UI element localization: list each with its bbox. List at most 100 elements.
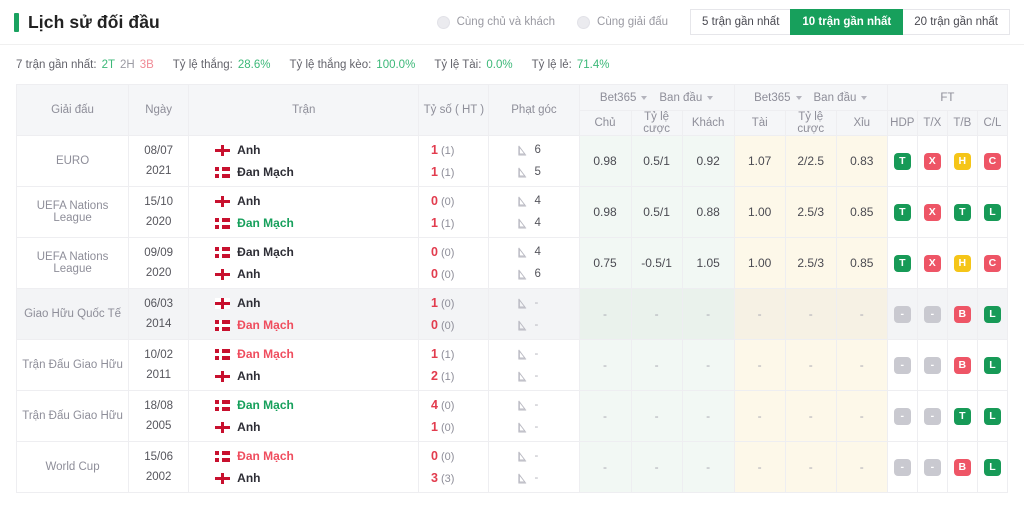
stat-draws: 2H — [119, 58, 135, 71]
cell-under-odds: 0.85 — [835, 237, 888, 289]
cell-away-odds: 0.88 — [681, 186, 735, 238]
cell-date: 06/03 2014 — [128, 288, 190, 340]
filter-same-home-away[interactable]: Cùng chủ và khách — [436, 15, 555, 29]
page-header: Lịch sử đối đầu Cùng chủ và khách Cùng g… — [0, 0, 1024, 45]
filter-label: Cùng giải đấu — [597, 16, 669, 28]
cell-over-odds: 1.07 — [733, 135, 786, 187]
cell-over-odds: 1.00 — [733, 237, 786, 289]
cell-ft-hdp: - — [886, 390, 918, 442]
away-corner-row: 6 — [517, 263, 578, 285]
table-row[interactable]: World Cup 15/06 2002 Đan Mạch Anh 0 (0) 3 (3) - - -… — [15, 441, 1009, 493]
filter-same-league[interactable]: Cùng giải đấu — [577, 15, 669, 29]
cell-handicap-line: - — [630, 390, 683, 442]
table-row[interactable]: Trận Đấu Giao Hữu 10/02 2011 Đan Mạch Anh 1 (1… — [15, 339, 1009, 391]
cell-match: Đan Mạch Anh — [188, 441, 420, 493]
status-badge: L — [983, 305, 1001, 323]
cell-ft-cl: L — [976, 288, 1009, 340]
cell-ft-tb: B — [946, 288, 978, 340]
cell-ft-tx: - — [916, 339, 948, 391]
table-row[interactable]: Trận Đấu Giao Hữu 18/08 2005 Đan Mạch Anh 4 (0… — [15, 390, 1009, 442]
cell-score: 0 (0) 1 (1) — [418, 186, 490, 238]
home-score-row: 0 (0) — [419, 241, 454, 263]
cell-ft-tx: X — [916, 237, 948, 289]
bookmaker-selector-2[interactable]: Bet365 — [754, 91, 802, 104]
cell-away-odds: 0.92 — [681, 135, 735, 187]
home-halftime-score: (1) — [440, 349, 455, 361]
odds-type-selector-2[interactable]: Ban đầu — [814, 92, 868, 104]
away-corner-row: - — [517, 467, 578, 489]
away-halftime-score: (0) — [440, 320, 455, 332]
cell-match: Anh Đan Mạch — [188, 135, 420, 187]
stat-recent: 7 trận gần nhất: 2T 2H 3B — [16, 59, 154, 71]
home-corner-value: 4 — [534, 195, 541, 207]
radio-icon[interactable] — [436, 15, 450, 29]
status-badge: H — [953, 152, 971, 170]
cell-match: Đan Mạch Anh — [188, 390, 420, 442]
corner-kick-icon — [518, 144, 527, 156]
bookmaker-label: Bet365 — [599, 91, 637, 104]
odds-type-selector-1[interactable]: Ban đầu — [659, 92, 714, 104]
table-row[interactable]: Giao Hữu Quốc Tế 06/03 2014 Anh Đan Mạch 1 (0)… — [15, 288, 1009, 340]
cell-total-line: - — [784, 339, 837, 391]
cell-ft-cl: L — [976, 390, 1009, 442]
status-badge: L — [983, 458, 1001, 476]
away-score: 3 — [431, 471, 438, 485]
cell-ft-tb: B — [946, 441, 978, 493]
table-row[interactable]: UEFA Nations League 09/09 2020 Đan Mạch Anh 0… — [15, 237, 1009, 289]
away-team-row: Đan Mạch — [215, 314, 418, 336]
away-halftime-score: (0) — [440, 422, 455, 434]
cell-away-odds: - — [681, 339, 735, 391]
range-button-10[interactable]: 10 trận gần nhất — [790, 9, 904, 35]
table-row[interactable]: EURO 08/07 2021 Anh Đan Mạch 1 (1) 1 (1) 6 5 0.98 0.… — [15, 135, 1009, 187]
col-group-over-under: Bet365 Ban đầu — [733, 84, 888, 111]
cell-away-odds: - — [681, 288, 735, 340]
flag-icon-denmark — [215, 319, 231, 331]
cell-under-odds: 0.83 — [835, 135, 888, 187]
away-corner-value: - — [534, 421, 539, 433]
away-corner-row: 5 — [517, 161, 578, 183]
home-team-name: Đan Mạch — [237, 347, 294, 361]
status-badge: C — [983, 152, 1001, 170]
home-halftime-score: (0) — [440, 196, 455, 208]
title-group: Lịch sử đối đầu — [14, 12, 160, 33]
corner-kick-icon — [518, 217, 527, 229]
chevron-down-icon[interactable] — [707, 95, 714, 100]
table-head-row-1: Giải đấu Ngày Trận Tỷ số ( HT ) Phạt góc… — [15, 84, 1009, 136]
chevron-down-icon[interactable] — [641, 95, 648, 100]
cell-score: 1 (1) 1 (1) — [418, 135, 490, 187]
stat-label: Tỷ lệ Tài: — [434, 58, 482, 71]
cell-away-odds: - — [681, 390, 735, 442]
cell-ft-cl: L — [976, 339, 1009, 391]
stat-value: 100.0% — [376, 58, 416, 71]
cell-ft-tb: H — [946, 135, 978, 187]
cell-total-line: 2.5/3 — [784, 186, 837, 238]
home-corner-row: - — [517, 394, 578, 416]
home-halftime-score: (0) — [440, 247, 455, 259]
bookmaker-selector-1[interactable]: Bet365 — [599, 91, 648, 104]
home-halftime-score: (1) — [440, 145, 455, 157]
cell-ft-tx: - — [916, 288, 948, 340]
home-score: 1 — [431, 347, 438, 361]
col-league: Giải đấu — [15, 84, 130, 136]
home-corner-row: 4 — [517, 241, 578, 263]
away-team-row: Anh — [215, 263, 418, 285]
away-corner-value: 4 — [534, 217, 541, 229]
chevron-down-icon[interactable] — [795, 95, 802, 100]
col-away-odds: Khách — [681, 110, 735, 136]
away-halftime-score: (1) — [440, 371, 455, 383]
chevron-down-icon[interactable] — [861, 95, 868, 100]
cell-league: UEFA Nations League — [15, 186, 130, 238]
home-score: 1 — [431, 296, 438, 310]
away-halftime-score: (1) — [440, 218, 455, 230]
radio-icon[interactable] — [577, 15, 591, 29]
flag-icon-denmark — [215, 217, 231, 229]
range-button-20[interactable]: 20 trận gần nhất — [902, 9, 1010, 35]
status-badge: L — [983, 356, 1001, 374]
cell-score: 1 (0) 0 (0) — [418, 288, 490, 340]
table-row[interactable]: UEFA Nations League 15/10 2020 Anh Đan Mạch 0… — [15, 186, 1009, 238]
range-button-5[interactable]: 5 trận gần nhất — [690, 9, 792, 35]
status-badge: X — [923, 203, 941, 221]
bookmaker-label: Bet365 — [754, 91, 791, 104]
cell-handicap-line: 0.5/1 — [630, 186, 683, 238]
cell-date: 09/09 2020 — [128, 237, 190, 289]
